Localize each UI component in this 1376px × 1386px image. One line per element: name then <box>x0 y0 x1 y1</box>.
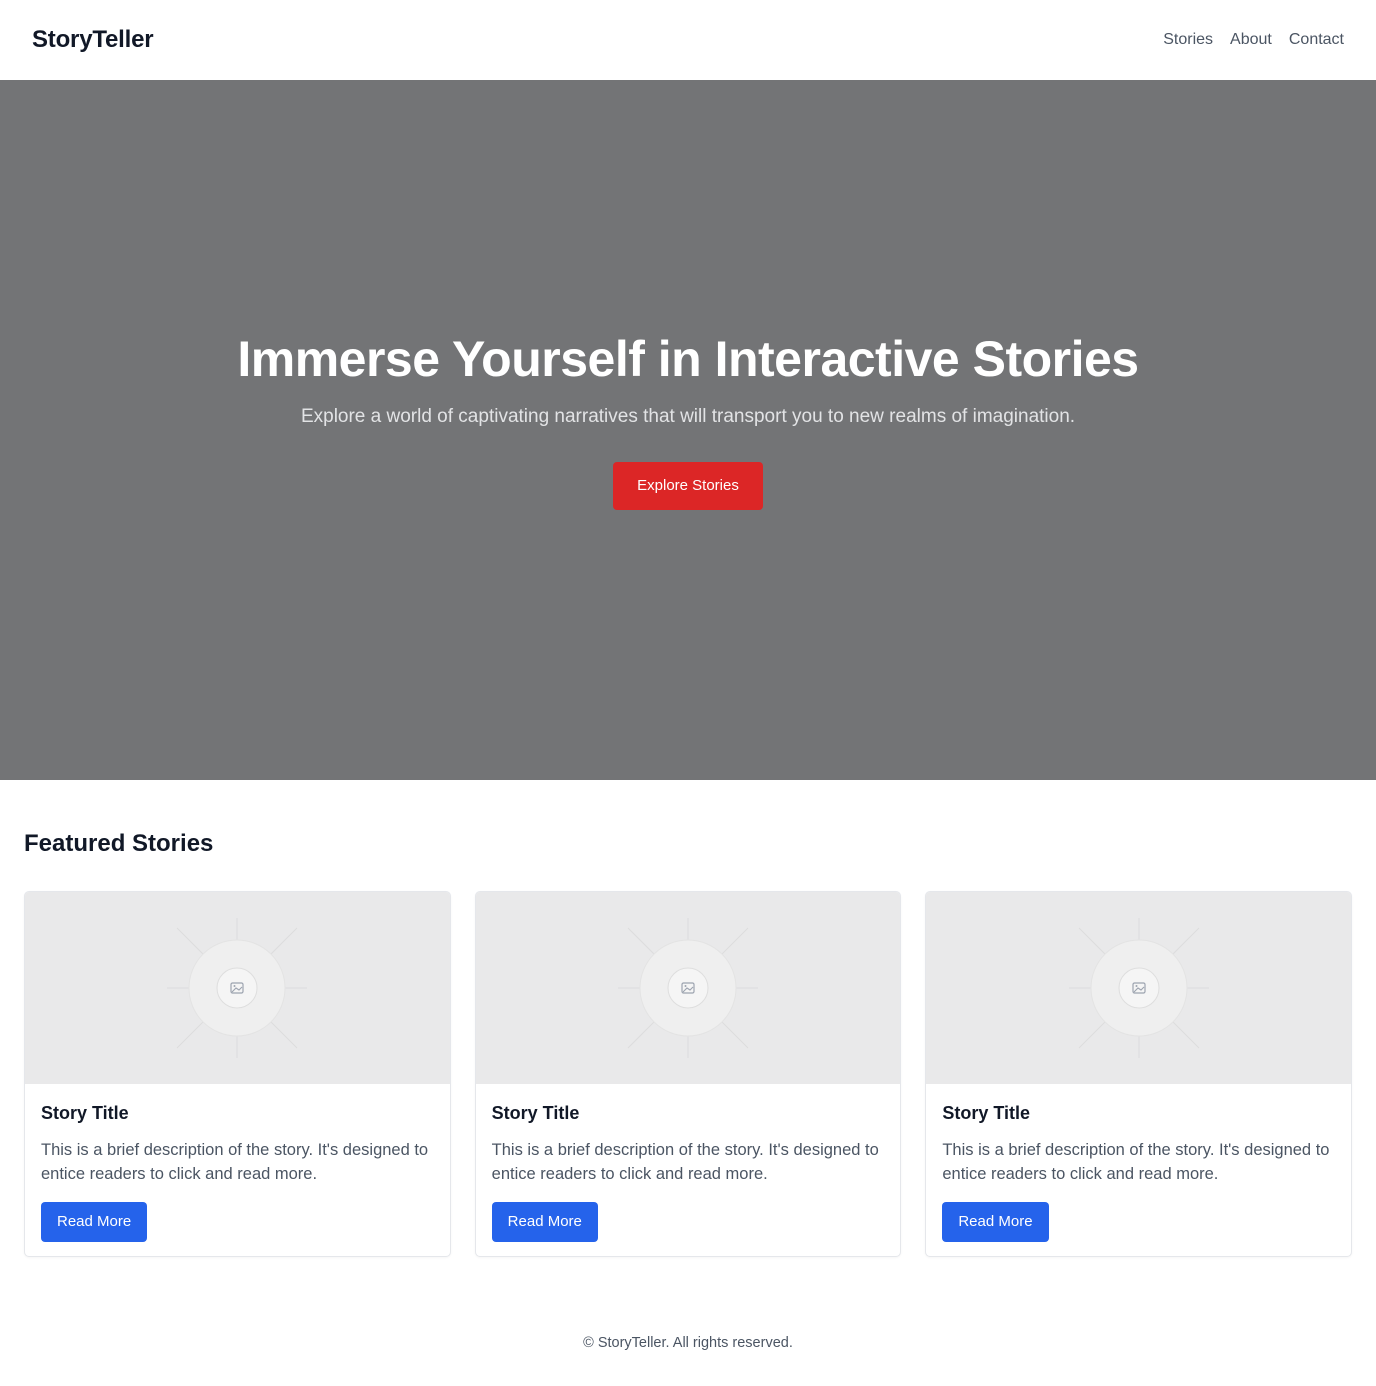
explore-stories-button[interactable]: Explore Stories <box>613 462 763 510</box>
hero-subtitle: Explore a world of captivating narrative… <box>300 406 1076 427</box>
image-placeholder-icon <box>618 918 758 1058</box>
story-card-description: This is a brief description of the story… <box>942 1141 1330 1183</box>
story-card-body: Story Title This is a brief description … <box>476 1084 901 1256</box>
nav-link-about[interactable]: About <box>1230 31 1272 49</box>
story-card-title: Story Title <box>491 1103 580 1123</box>
story-card-image <box>25 892 450 1084</box>
nav-link-contact[interactable]: Contact <box>1289 31 1344 49</box>
hero-title: Immerse Yourself in Interactive Stories <box>237 331 1139 387</box>
featured-heading: Featured Stories <box>24 830 214 857</box>
image-placeholder-icon <box>167 918 308 1058</box>
story-card-image <box>475 892 901 1084</box>
story-card-title: Story Title <box>942 1103 1031 1123</box>
story-card: Story Title This is a brief description … <box>474 891 902 1257</box>
story-cards: Story Title This is a brief description … <box>24 891 1353 1257</box>
read-more-button[interactable]: Read More <box>41 1202 148 1242</box>
main-nav: Stories About Contact <box>1163 31 1344 49</box>
story-card-body: Story Title This is a brief description … <box>926 1084 1351 1256</box>
story-card: Story Title This is a brief description … <box>24 891 451 1257</box>
image-placeholder-icon <box>1068 918 1209 1058</box>
story-card-image <box>926 892 1352 1084</box>
story-card-body: Story Title This is a brief description … <box>25 1084 450 1256</box>
nav-link-stories[interactable]: Stories <box>1163 31 1213 49</box>
story-card-title: Story Title <box>41 1103 129 1123</box>
footer-copyright: © StoryTeller. All rights reserved. <box>583 1335 793 1351</box>
read-more-button[interactable]: Read More <box>491 1202 598 1242</box>
site-header: StoryTeller Stories About Contact <box>0 0 1376 80</box>
featured-stories-section: Featured Stories Story Title This is a b… <box>0 780 1376 1257</box>
story-card-description: This is a brief description of the story… <box>41 1141 429 1183</box>
story-card: Story Title This is a brief description … <box>925 891 1353 1257</box>
read-more-button[interactable]: Read More <box>942 1202 1049 1242</box>
site-logo[interactable]: StoryTeller <box>32 26 154 54</box>
site-footer: © StoryTeller. All rights reserved. <box>0 1335 1376 1351</box>
hero-section: Immerse Yourself in Interactive Stories … <box>0 80 1376 780</box>
story-card-description: This is a brief description of the story… <box>491 1141 879 1183</box>
